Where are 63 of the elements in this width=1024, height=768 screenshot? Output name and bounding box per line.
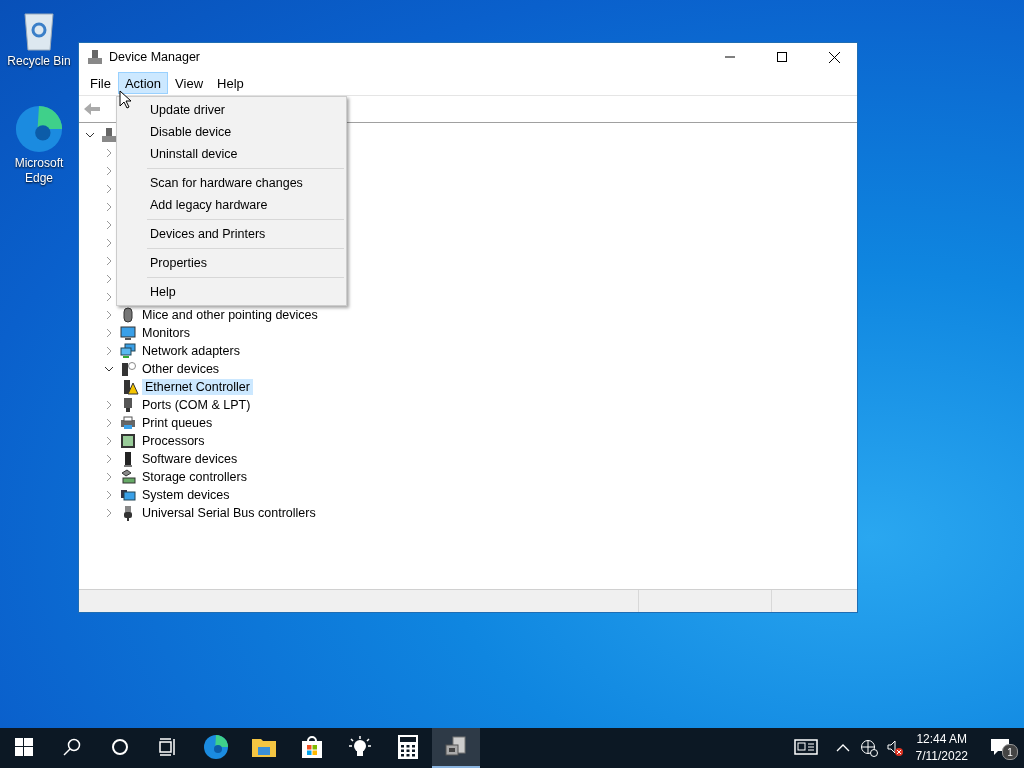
menu-option[interactable]: Uninstall device — [117, 143, 346, 165]
lightbulb-icon — [348, 735, 372, 759]
printer-icon — [120, 415, 136, 431]
storage-icon — [120, 469, 136, 485]
notification-count: 1 — [1002, 744, 1018, 760]
desktop-icon-label[interactable]: Microsoft Edge — [14, 156, 64, 186]
circle-icon — [111, 738, 129, 756]
taskbar-app-button[interactable] — [432, 728, 480, 768]
menu-option[interactable]: Properties — [117, 252, 346, 274]
monitor-icon — [120, 325, 136, 341]
cursor-icon — [119, 90, 131, 109]
tree-item[interactable]: Ports (COM & LPT) — [139, 397, 254, 413]
calculator-icon — [398, 735, 418, 759]
tree-item[interactable]: Print queues — [139, 415, 216, 431]
menu-item[interactable]: Action — [117, 72, 169, 94]
network-icon — [120, 343, 136, 359]
window-title: Device Manager — [109, 50, 201, 64]
menu-option[interactable]: Scan for hardware changes — [117, 172, 346, 194]
device-question-icon — [120, 361, 136, 377]
chip-icon — [120, 433, 136, 449]
windows-logo-icon — [15, 738, 33, 756]
tree-item[interactable]: Software devices — [139, 451, 241, 467]
clock-time: 12:44 AM — [916, 731, 968, 748]
close-icon — [828, 51, 840, 63]
globe-icon[interactable] — [859, 739, 878, 757]
menu-option[interactable]: Devices and Printers — [117, 223, 346, 245]
search-icon — [63, 738, 81, 756]
mouse-icon — [120, 307, 136, 323]
back-arrow-icon[interactable] — [83, 102, 101, 116]
tree-item[interactable]: Other devices — [139, 361, 223, 377]
clock[interactable]: 12:44 AM 7/11/2022 — [915, 731, 968, 765]
notifications-button[interactable]: 1 — [976, 728, 1024, 768]
device-manager-icon — [443, 735, 469, 759]
system-icon — [120, 487, 136, 503]
computer-icon — [101, 127, 117, 143]
tree-item[interactable]: Storage controllers — [139, 469, 250, 485]
chevron-up-icon[interactable] — [835, 743, 850, 753]
device-warning-icon — [123, 379, 139, 395]
menu-item[interactable]: Help — [210, 72, 251, 94]
tree-item[interactable]: Ethernet Controller — [142, 379, 253, 395]
tree-item[interactable]: Processors — [139, 433, 208, 449]
speaker-muted-icon[interactable] — [885, 739, 904, 757]
edge-icon[interactable] — [14, 104, 64, 154]
task-view-icon — [159, 738, 177, 756]
menu-option[interactable]: Update driver — [117, 99, 346, 121]
desktop-icon-label[interactable]: Recycle Bin — [7, 54, 71, 69]
tree-item[interactable]: Universal Serial Bus controllers — [139, 505, 319, 521]
menu-option[interactable]: Help — [117, 281, 346, 303]
edge-icon — [203, 734, 229, 760]
tree-item[interactable]: System devices — [139, 487, 233, 503]
tree-item[interactable]: Network adapters — [139, 343, 243, 359]
tree-item[interactable]: Mice and other pointing devices — [139, 307, 321, 323]
menu-option[interactable]: Disable device — [117, 121, 346, 143]
menu-item[interactable]: File — [83, 72, 118, 94]
folder-icon — [252, 737, 276, 757]
tree-item[interactable]: Monitors — [139, 325, 193, 341]
menu-option[interactable]: Add legacy hardware — [117, 194, 346, 216]
clock-date: 7/11/2022 — [915, 748, 968, 765]
device-manager-icon — [87, 49, 103, 65]
shopping-bag-icon — [300, 735, 324, 759]
newspaper-icon — [793, 739, 818, 755]
menu-item[interactable]: View — [168, 72, 211, 94]
maximize-icon — [777, 52, 787, 62]
